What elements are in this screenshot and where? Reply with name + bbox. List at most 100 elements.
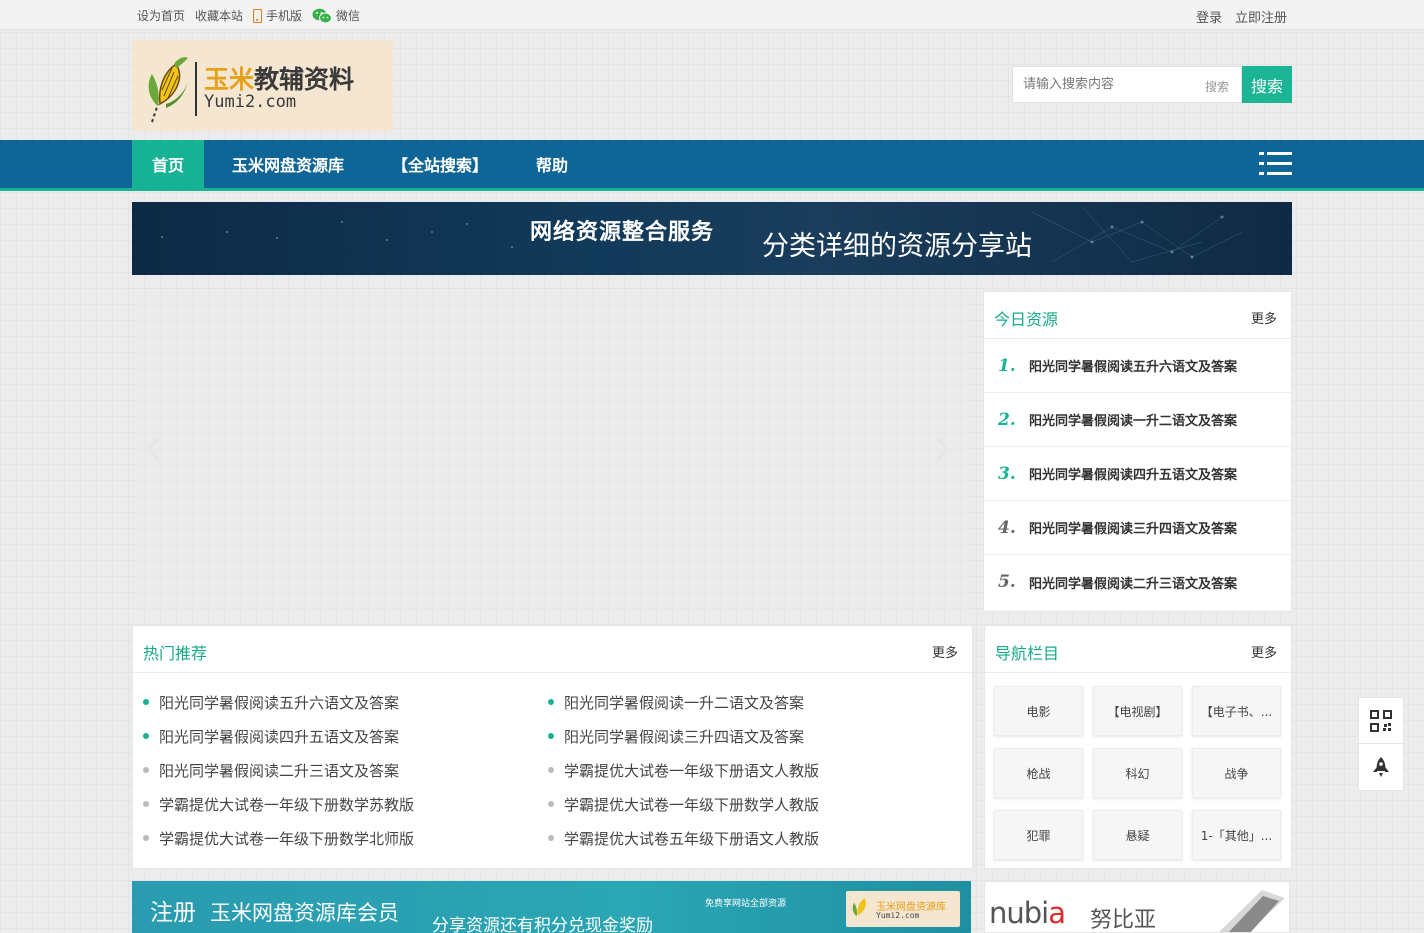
- main-nav: 首页 玉米网盘资源库 【全站搜索】 帮助: [0, 140, 1424, 191]
- mobile-label: 手机版: [266, 9, 303, 23]
- today-list: 1. 阳光同学暑假阅读五升六语文及答案 2. 阳光同学暑假阅读一升二语文及答案 3.…: [984, 339, 1291, 609]
- bullet: [548, 767, 554, 773]
- nubia-logo: nubia: [989, 896, 1066, 930]
- hot-item-title: 阳光同学暑假阅读一升二语文及答案: [564, 693, 805, 712]
- more-link[interactable]: 更多: [1251, 642, 1277, 661]
- list-item[interactable]: 2. 阳光同学暑假阅读一升二语文及答案: [984, 393, 1291, 447]
- ad-small-text: 免费享网站全部资源: [705, 899, 787, 909]
- top-bar-right: 登录 立即注册: [1183, 7, 1287, 26]
- hot-item[interactable]: 学霸提优大试卷一年级下册数学北师版: [143, 827, 548, 849]
- floating-toolbar: [1358, 697, 1404, 791]
- category-button[interactable]: 悬疑: [1093, 810, 1182, 860]
- category-button[interactable]: 电影: [994, 686, 1083, 736]
- corn-logo-icon: [852, 898, 866, 917]
- category-button[interactable]: 【电子书、...: [1192, 686, 1281, 736]
- mobile-link[interactable]: 手机版: [253, 7, 302, 24]
- item-number: 2.: [998, 409, 1016, 430]
- search-button[interactable]: 搜索: [1242, 66, 1292, 103]
- ad-reward-text: 分享资源还有积分兑现金奖励: [432, 916, 653, 933]
- search-box: 搜索: [1012, 66, 1242, 103]
- panel-header: 导航栏目 更多: [985, 626, 1291, 673]
- hot-list: 阳光同学暑假阅读五升六语文及答案 阳光同学暑假阅读一升二语文及答案 阳光同学暑假…: [143, 691, 963, 849]
- panel-title: 热门推荐: [143, 644, 208, 663]
- category-button[interactable]: 科幻: [1093, 748, 1182, 798]
- hot-item[interactable]: 学霸提优大试卷一年级下册数学苏教版: [143, 793, 548, 815]
- more-link[interactable]: 更多: [1251, 308, 1277, 327]
- top-bar-left: 设为首页 收藏本站 手机版 微信: [137, 7, 370, 24]
- bullet: [548, 801, 554, 807]
- bullet: [143, 835, 149, 841]
- hot-item-title: 学霸提优大试卷一年级下册数学苏教版: [159, 795, 415, 814]
- qr-code-icon: [1370, 709, 1392, 732]
- logo-divider: [195, 62, 197, 116]
- register-link[interactable]: 立即注册: [1235, 7, 1287, 26]
- hot-item[interactable]: 阳光同学暑假阅读五升六语文及答案: [143, 691, 548, 713]
- nav-item-help[interactable]: 帮助: [516, 140, 588, 188]
- logo-text-cn: 玉米教辅资料: [204, 65, 355, 94]
- list-item[interactable]: 5. 阳光同学暑假阅读二升三语文及答案: [984, 555, 1291, 609]
- nubia-ad[interactable]: nubia 努比亚: [984, 881, 1290, 933]
- bookmark-link[interactable]: 收藏本站: [195, 7, 243, 24]
- item-number: 3.: [998, 463, 1016, 484]
- list-item[interactable]: 4. 阳光同学暑假阅读三升四语文及答案: [984, 501, 1291, 555]
- bullet: [143, 801, 149, 807]
- banner[interactable]: 网络资源整合服务 分类详细的资源分享站: [132, 202, 1292, 275]
- category-button[interactable]: 【电视剧】: [1093, 686, 1182, 736]
- hot-item[interactable]: 学霸提优大试卷一年级下册数学人教版: [548, 793, 953, 815]
- nav-item-home[interactable]: 首页: [132, 140, 205, 188]
- set-home-link[interactable]: 设为首页: [137, 7, 185, 24]
- category-button[interactable]: 犯罪: [994, 810, 1083, 860]
- category-button[interactable]: 战争: [1192, 748, 1281, 798]
- nubia-logo-cn: 努比亚: [1090, 908, 1157, 933]
- login-link[interactable]: 登录: [1196, 7, 1222, 26]
- hot-item[interactable]: 阳光同学暑假阅读一升二语文及答案: [548, 691, 953, 713]
- qr-code-button[interactable]: [1358, 697, 1404, 744]
- wechat-link[interactable]: 微信: [312, 7, 360, 24]
- register-ad-banner[interactable]: 注册 玉米网盘资源库会员 分享资源还有积分兑现金奖励 免费享网站全部资源 玉米网…: [132, 881, 971, 933]
- back-to-top-button[interactable]: [1358, 744, 1404, 791]
- corn-logo-icon: [148, 57, 188, 123]
- bullet: [143, 733, 149, 739]
- hot-item[interactable]: 阳光同学暑假阅读二升三语文及答案: [143, 759, 548, 781]
- wechat-label: 微信: [336, 9, 361, 23]
- slideshow[interactable]: [132, 291, 972, 611]
- hot-item-title: 阳光同学暑假阅读五升六语文及答案: [159, 693, 400, 712]
- bullet: [548, 733, 554, 739]
- hot-item[interactable]: 学霸提优大试卷五年级下册语文人教版: [548, 827, 953, 849]
- phone-icon: [253, 8, 263, 23]
- hot-item[interactable]: 阳光同学暑假阅读三升四语文及答案: [548, 725, 953, 747]
- hot-item-title: 学霸提优大试卷一年级下册数学人教版: [564, 795, 820, 814]
- item-title: 阳光同学暑假阅读三升四语文及答案: [1029, 522, 1238, 537]
- slider-next-arrow-icon[interactable]: [934, 436, 950, 462]
- wechat-icon: [312, 8, 333, 23]
- item-number: 5.: [998, 572, 1016, 592]
- item-title: 阳光同学暑假阅读四升五语文及答案: [1029, 468, 1238, 483]
- slider-prev-arrow-icon[interactable]: [146, 436, 162, 462]
- hamburger-menu-icon[interactable]: [1259, 152, 1292, 176]
- nav-item-site-search[interactable]: 【全站搜索】: [372, 140, 508, 188]
- panel-header: 热门推荐 更多: [133, 626, 972, 673]
- ad-logo-en: Yumi2.com: [876, 911, 920, 920]
- list-item[interactable]: 3. 阳光同学暑假阅读四升五语文及答案: [984, 447, 1291, 501]
- logo-text-en: Yumi2.com: [204, 92, 297, 112]
- site-logo[interactable]: 玉米教辅资料 Yumi2.com: [132, 40, 393, 131]
- hot-item-title: 学霸提优大试卷一年级下册语文人教版: [564, 761, 820, 780]
- list-item[interactable]: 1. 阳光同学暑假阅读五升六语文及答案: [984, 339, 1291, 393]
- search-hint: 搜索: [1204, 80, 1229, 94]
- hot-item-title: 学霸提优大试卷五年级下册语文人教版: [564, 829, 820, 848]
- top-bar: 设为首页 收藏本站 手机版 微信 登录 立即注册: [0, 0, 1424, 30]
- banner-title-1: 网络资源整合服务: [530, 219, 715, 245]
- category-button[interactable]: 枪战: [994, 748, 1083, 798]
- bullet: [143, 767, 149, 773]
- hot-item[interactable]: 学霸提优大试卷一年级下册语文人教版: [548, 759, 953, 781]
- today-resources-panel: 今日资源 更多 1. 阳光同学暑假阅读五升六语文及答案 2. 阳光同学暑假阅读一升二…: [983, 291, 1292, 612]
- nav-item-pan-library[interactable]: 玉米网盘资源库: [212, 140, 364, 188]
- item-number: 4.: [998, 517, 1016, 538]
- more-link[interactable]: 更多: [932, 642, 958, 661]
- category-button[interactable]: 1-「其他」...: [1192, 810, 1281, 860]
- search-input[interactable]: [1013, 67, 1193, 102]
- item-title: 阳光同学暑假阅读二升三语文及答案: [1029, 576, 1238, 592]
- hot-recommend-panel: 热门推荐 更多 阳光同学暑假阅读五升六语文及答案 阳光同学暑假阅读一升二语文及答…: [132, 625, 973, 869]
- hot-item[interactable]: 阳光同学暑假阅读四升五语文及答案: [143, 725, 548, 747]
- hot-item-title: 阳光同学暑假阅读四升五语文及答案: [159, 727, 400, 746]
